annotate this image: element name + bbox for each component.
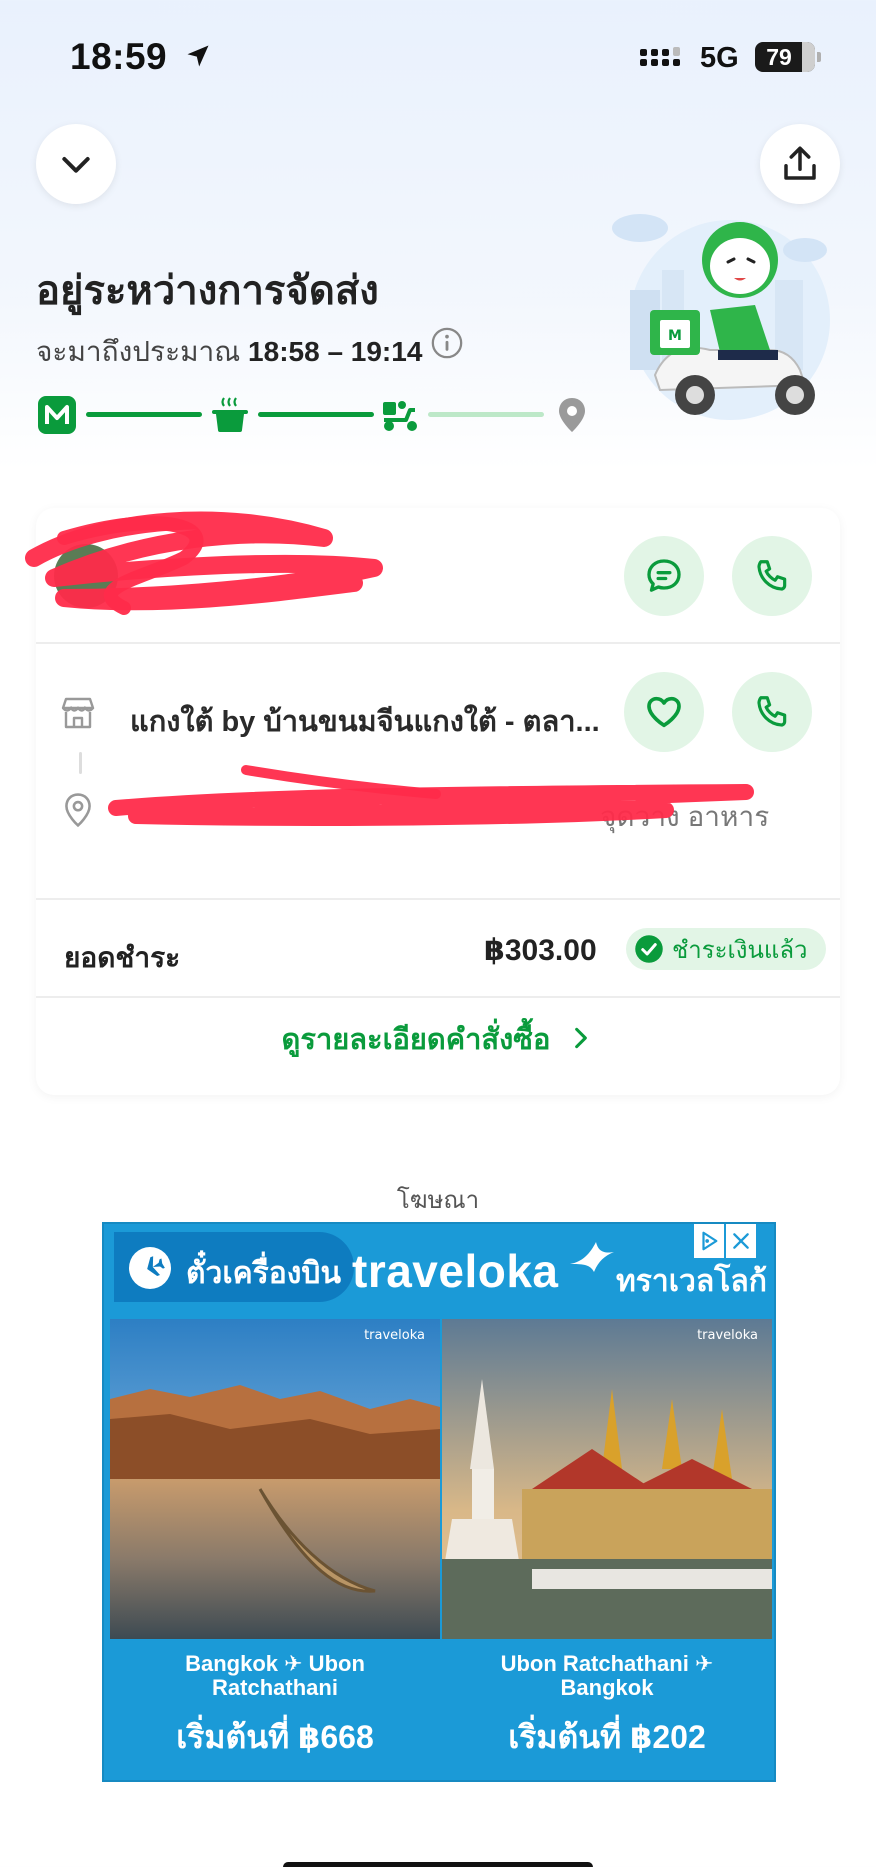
call-driver-button[interactable] xyxy=(732,536,812,616)
check-circle-icon xyxy=(635,935,663,963)
ad-close-button[interactable] xyxy=(726,1224,756,1258)
ad-choices-icon xyxy=(702,1231,718,1251)
chevron-down-icon xyxy=(62,157,90,173)
home-indicator[interactable] xyxy=(283,1862,593,1867)
payment-status-badge: ชำระเงินแล้ว xyxy=(626,928,826,970)
order-card: แกงใต้ by บ้านขนมจีนแกงใต้ - ตลา... จุดว… xyxy=(25,508,840,1095)
cooking-pot-icon xyxy=(212,397,248,432)
progress-segment-1 xyxy=(86,412,202,417)
total-amount: ฿303.00 xyxy=(484,934,597,967)
logo-m-icon xyxy=(38,396,76,434)
divider xyxy=(36,996,840,998)
location-pin-icon xyxy=(559,398,585,432)
traveloka-ad-banner[interactable]: ตั๋วเครื่องบิน traveloka ทราเวลโลก้า tra… xyxy=(102,1222,776,1782)
favorite-store-button[interactable] xyxy=(624,672,704,752)
location-pin-icon xyxy=(65,793,91,828)
chevron-right-icon xyxy=(575,1027,588,1049)
ad-route-2: Ubon Ratchathani ✈ Bangkok xyxy=(442,1652,772,1700)
ad-image-ubon: traveloka xyxy=(110,1319,440,1639)
route-line-2: Bangkok xyxy=(560,1675,654,1700)
svg-text:M: M xyxy=(668,328,682,344)
delivery-scooter-icon xyxy=(383,401,417,431)
chat-driver-button[interactable] xyxy=(624,536,704,616)
airplane-icon xyxy=(129,1247,171,1289)
redaction-scribble xyxy=(25,511,383,615)
battery-level: 79 xyxy=(766,44,792,70)
bird-logo-icon xyxy=(570,1242,614,1272)
chat-icon xyxy=(647,559,681,592)
route-line-2: Ratchathani xyxy=(212,1675,338,1700)
share-icon xyxy=(784,146,816,180)
ad-route-1: Bangkok ✈ Ubon Ratchathani xyxy=(110,1652,440,1700)
signal-icon xyxy=(640,47,680,66)
heart-icon xyxy=(647,696,681,728)
call-store-button[interactable] xyxy=(732,672,812,752)
store-name[interactable]: แกงใต้ by บ้านขนมจีนแกงใต้ - ตลา... xyxy=(130,698,600,744)
ad-flight-pill: ตั๋วเครื่องบิน xyxy=(114,1232,354,1302)
status-time: 18:59 xyxy=(70,36,168,77)
phone-icon xyxy=(757,696,787,727)
total-label: ยอดชำระ xyxy=(64,942,181,973)
ad-price-2: เริ่มต้นที่ ฿202 xyxy=(508,1719,706,1755)
share-button[interactable] xyxy=(760,124,840,204)
ad-image-bangkok: traveloka xyxy=(442,1319,772,1639)
redaction-scribble xyxy=(108,765,754,826)
collapse-button[interactable] xyxy=(36,124,116,204)
ad-pill-text: ตั๋วเครื่องบิน xyxy=(186,1257,341,1290)
divider xyxy=(36,642,840,644)
ad-brand: traveloka xyxy=(352,1245,559,1297)
progress-segment-3 xyxy=(428,412,544,417)
route-line-1: Ubon Ratchathani ✈ xyxy=(500,1651,714,1676)
payment-status-text: ชำระเงินแล้ว xyxy=(672,936,808,964)
location-arrow-icon xyxy=(187,45,209,67)
rider-illustration: M xyxy=(612,214,830,420)
close-icon xyxy=(733,1233,749,1249)
page-title: อยู่ระหว่างการจัดส่ง xyxy=(36,269,379,313)
network-type: 5G xyxy=(700,42,739,74)
route-line-1: Bangkok ✈ Ubon xyxy=(185,1651,365,1676)
route-connector xyxy=(79,752,82,774)
eta-range: 18:58 – 19:14 xyxy=(248,336,423,367)
phone-icon xyxy=(757,560,787,591)
progress-segment-2 xyxy=(258,412,374,417)
order-details-link[interactable]: ดูรายละเอียดคำสั่งซื้อ xyxy=(36,1016,840,1062)
ad-choices-button[interactable] xyxy=(694,1224,724,1258)
info-icon[interactable] xyxy=(430,326,464,360)
eta-text: จะมาถึงประมาณ 18:58 – 19:14 xyxy=(36,330,422,374)
eta-prefix: จะมาถึงประมาณ xyxy=(36,336,241,367)
divider xyxy=(36,898,840,900)
ad-image-brand: traveloka xyxy=(697,1328,758,1343)
order-details-label: ดูรายละเอียดคำสั่งซื้อ xyxy=(281,1024,551,1056)
ad-image-brand: traveloka xyxy=(364,1328,425,1343)
ad-price-1: เริ่มต้นที่ ฿668 xyxy=(176,1719,374,1755)
store-icon xyxy=(61,697,95,729)
battery-icon: 79 xyxy=(755,42,821,72)
ad-label: โฆษณา xyxy=(396,1187,480,1214)
